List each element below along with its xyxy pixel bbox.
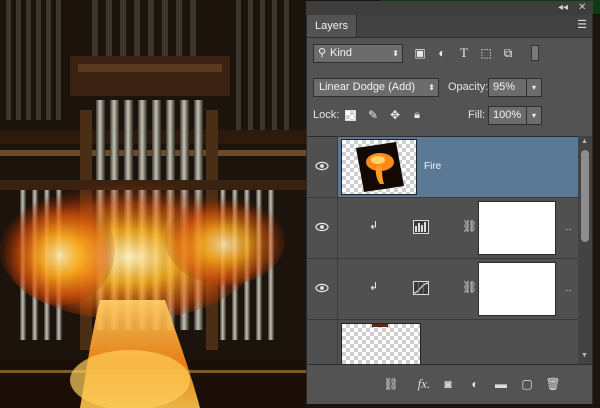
fill-field[interactable]: 100%	[488, 106, 526, 125]
filter-row: ⚲ Kind ⬍ ▣ ◐ T ⬚ ⧉	[307, 44, 592, 66]
panel-menu-icon[interactable]: ☰	[577, 18, 587, 32]
visibility-cell	[307, 320, 338, 365]
kind-label: Kind	[330, 47, 353, 59]
eye-icon[interactable]	[315, 220, 329, 234]
layer-row-partial[interactable]	[307, 320, 578, 365]
eye-icon[interactable]	[315, 159, 329, 173]
layer-name-fire[interactable]: Fire	[424, 161, 441, 173]
adjustment-filter-icon[interactable]: ◐	[434, 45, 450, 61]
levels-adjustment-icon[interactable]	[413, 220, 429, 234]
shape-filter-icon[interactable]: ⬚	[478, 45, 494, 61]
layers-panel: ◂◂ ✕ Layers ☰ ⚲ Kind ⬍ ▣ ◐ T ⬚ ⧉ Linear …	[306, 1, 593, 404]
layer-row-fire[interactable]: Fire	[307, 137, 578, 198]
search-icon: ⚲	[318, 47, 327, 59]
smart-object-filter-icon[interactable]: ⧉	[500, 45, 516, 61]
blend-row: Linear Dodge (Add) ⬍ Opacity: 95% ▾	[307, 78, 592, 100]
layer-thumbnail	[341, 323, 421, 365]
layer-row-curves[interactable]: ↲ ⛓ ‥	[307, 259, 578, 320]
lock-position-icon[interactable]: ✥	[387, 107, 403, 123]
new-layer-icon[interactable]: ▢	[519, 376, 535, 392]
more-icon: ‥	[565, 222, 572, 233]
opacity-value: 95%	[493, 81, 516, 93]
kind-filter-select[interactable]: ⚲ Kind ⬍	[313, 44, 403, 63]
new-group-icon[interactable]: ▬	[493, 376, 509, 392]
curves-adjustment-icon[interactable]	[413, 281, 429, 295]
chevron-updown-icon: ⬍	[392, 49, 399, 58]
type-filter-icon[interactable]: T	[456, 45, 472, 61]
fire-thumbnail-image	[356, 142, 404, 192]
opacity-field[interactable]: 95%	[488, 78, 526, 97]
clipping-arrow-icon: ↲	[369, 281, 379, 293]
tab-bar: Layers ☰	[307, 15, 592, 38]
add-mask-icon[interactable]: ◙	[440, 376, 456, 392]
fill-value: 100%	[493, 109, 522, 121]
delete-icon[interactable]: 🗑︎	[545, 376, 561, 392]
fill-label: Fill:	[468, 109, 486, 121]
lock-transparent-icon[interactable]	[345, 110, 356, 121]
image-filter-icon[interactable]: ▣	[412, 45, 428, 61]
close-icon[interactable]: ✕	[578, 2, 586, 14]
thumbnail-detail	[372, 324, 388, 327]
filter-toggle-icon[interactable]	[531, 45, 539, 61]
layer-mask-thumbnail[interactable]	[478, 201, 556, 255]
layer-list: Fire ↲ ⛓ ‥ ↲ ⛓ ‥	[307, 136, 578, 365]
lock-row: Lock: ✎ ✥ 🔒︎ Fill: 100% ▾	[307, 106, 592, 128]
fx-icon[interactable]: fx.	[413, 376, 435, 392]
opacity-label: Opacity:	[448, 81, 489, 93]
scrollbar-thumb[interactable]	[581, 150, 589, 242]
fill-dropdown-button[interactable]: ▾	[526, 106, 542, 125]
lock-label: Lock:	[313, 109, 340, 121]
panel-top-strip: ◂◂ ✕	[306, 1, 593, 15]
link-icon[interactable]: ⛓	[462, 280, 477, 294]
chevron-down-icon: ▾	[531, 83, 536, 92]
chevron-down-icon: ▾	[531, 111, 536, 120]
link-icon[interactable]: ⛓	[462, 219, 477, 233]
tab-layers[interactable]: Layers	[307, 15, 358, 37]
layer-mask-thumbnail[interactable]	[478, 262, 556, 316]
blend-mode-value: Linear Dodge (Add)	[319, 81, 416, 93]
layer-list-scrollbar[interactable]: ▲ ▼	[578, 136, 592, 364]
layer-row-levels[interactable]: ↲ ⛓ ‥	[307, 198, 578, 259]
collapse-icon[interactable]: ◂◂	[558, 2, 568, 14]
opacity-dropdown-button[interactable]: ▾	[526, 78, 542, 97]
link-layers-icon[interactable]: ⛓	[383, 376, 399, 392]
scroll-up-icon[interactable]: ▲	[581, 138, 588, 145]
chevron-updown-icon: ⬍	[428, 83, 435, 92]
layers-bottom-toolbar: ⛓ fx. ◙ ◐ ▬ ▢ 🗑︎	[307, 364, 592, 404]
lock-image-icon[interactable]: ✎	[365, 107, 381, 123]
blend-mode-select[interactable]: Linear Dodge (Add) ⬍	[313, 78, 439, 97]
new-adjustment-icon[interactable]: ◐	[467, 376, 483, 392]
more-icon: ‥	[565, 283, 572, 294]
lock-all-icon[interactable]: 🔒︎	[409, 107, 425, 123]
scroll-down-icon[interactable]: ▼	[581, 352, 588, 359]
layer-thumbnail	[341, 139, 417, 195]
clipping-arrow-icon: ↲	[369, 220, 379, 232]
eye-icon[interactable]	[315, 281, 329, 295]
